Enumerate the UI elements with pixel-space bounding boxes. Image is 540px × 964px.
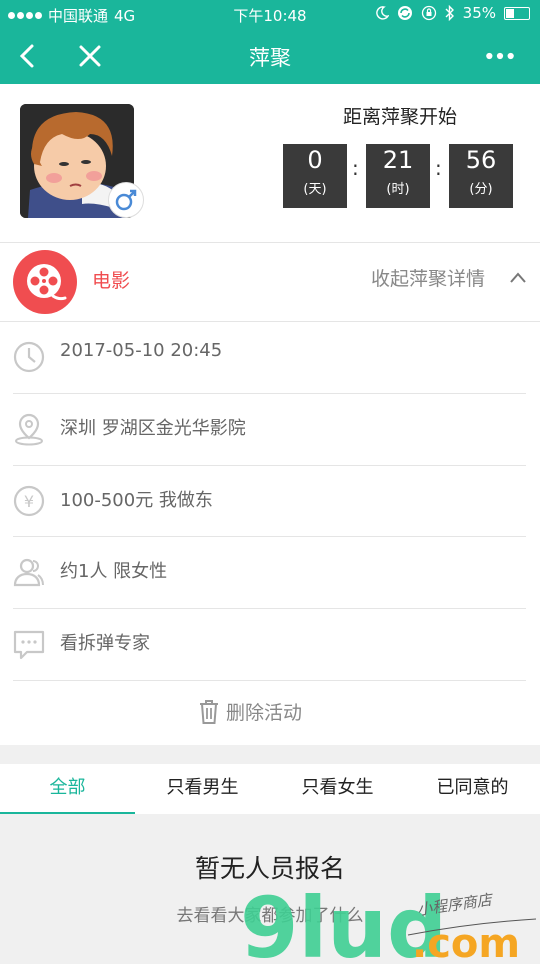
countdown-title: 距离萍聚开始: [342, 106, 457, 128]
collapse-details-link[interactable]: 收起萍聚详情: [371, 264, 485, 291]
clock-icon: [13, 341, 45, 373]
people-text: 约1人 限女性: [60, 561, 168, 582]
nav-bar: 萍聚: [0, 28, 540, 84]
note-text: 看拆弹专家: [60, 633, 150, 654]
detail-row-note: 看拆弹专家: [0, 609, 540, 681]
tab-all[interactable]: 全部: [0, 764, 135, 814]
film-reel-icon: [13, 250, 77, 314]
bluetooth-icon: [445, 5, 454, 21]
detail-row-location: 深圳 罗湖区金光华影院: [0, 394, 540, 466]
category-label: 电影: [92, 270, 131, 292]
watermark-logo: 9lud .com 小程序商店: [240, 875, 540, 964]
countdown-minutes: 56 (分): [449, 144, 513, 208]
budget-text: 100-500元 我做东: [60, 490, 213, 511]
moon-icon: [375, 6, 389, 20]
svg-text:¥: ¥: [24, 492, 34, 511]
divider: [13, 680, 526, 681]
countdown-days-value: 0: [307, 146, 323, 174]
tab-female-only[interactable]: 只看女生: [270, 764, 405, 814]
filter-tabs: 全部 只看男生 只看女生 已同意的: [0, 764, 540, 814]
countdown-separator: :: [352, 156, 359, 180]
datetime-text: 2017-05-10 20:45: [60, 340, 223, 361]
countdown-hours-value: 21: [382, 146, 414, 174]
tab-approved[interactable]: 已同意的: [405, 764, 540, 814]
detail-row-datetime: 2017-05-10 20:45: [0, 322, 540, 394]
status-right: 35%: [375, 4, 530, 22]
host-card: 距离萍聚开始 0 (天) : 21 (时) : 56 (分): [0, 84, 540, 242]
more-dots-icon[interactable]: [484, 40, 516, 72]
chevron-up-icon[interactable]: [508, 270, 528, 286]
delete-activity-label: 删除活动: [226, 702, 303, 724]
detail-row-budget: ¥ 100-500元 我做东: [0, 466, 540, 538]
delete-activity-button[interactable]: 删除活动: [198, 698, 302, 725]
sync-icon: [397, 6, 412, 20]
detail-row-people: 约1人 限女性: [0, 537, 540, 609]
message-bubble-icon: [13, 630, 45, 660]
svg-text:.com: .com: [412, 921, 520, 960]
countdown-hours: 21 (时): [366, 144, 430, 208]
countdown-hours-unit: (时): [386, 182, 410, 197]
countdown-days: 0 (天): [283, 144, 347, 208]
lock-rotation-icon: [421, 5, 436, 21]
countdown-separator: :: [435, 156, 442, 180]
location-pin-icon: [15, 413, 43, 446]
people-icon: [13, 558, 44, 587]
countdown-days-unit: (天): [303, 182, 327, 197]
yuan-currency-icon: ¥: [13, 485, 45, 517]
page-title: 萍聚: [249, 46, 291, 70]
countdown-minutes-value: 56: [465, 146, 497, 174]
male-gender-icon: [108, 182, 144, 218]
location-text[interactable]: 深圳 罗湖区金光华影院: [60, 414, 246, 440]
countdown-minutes-unit: (分): [469, 182, 493, 197]
battery-icon: [504, 6, 530, 20]
tab-male-only[interactable]: 只看男生: [135, 764, 270, 814]
status-bar: 中国联通 4G 下午10:48 35%: [0, 0, 540, 827]
trash-icon: [200, 699, 218, 724]
battery-percent: 35%: [462, 4, 496, 22]
